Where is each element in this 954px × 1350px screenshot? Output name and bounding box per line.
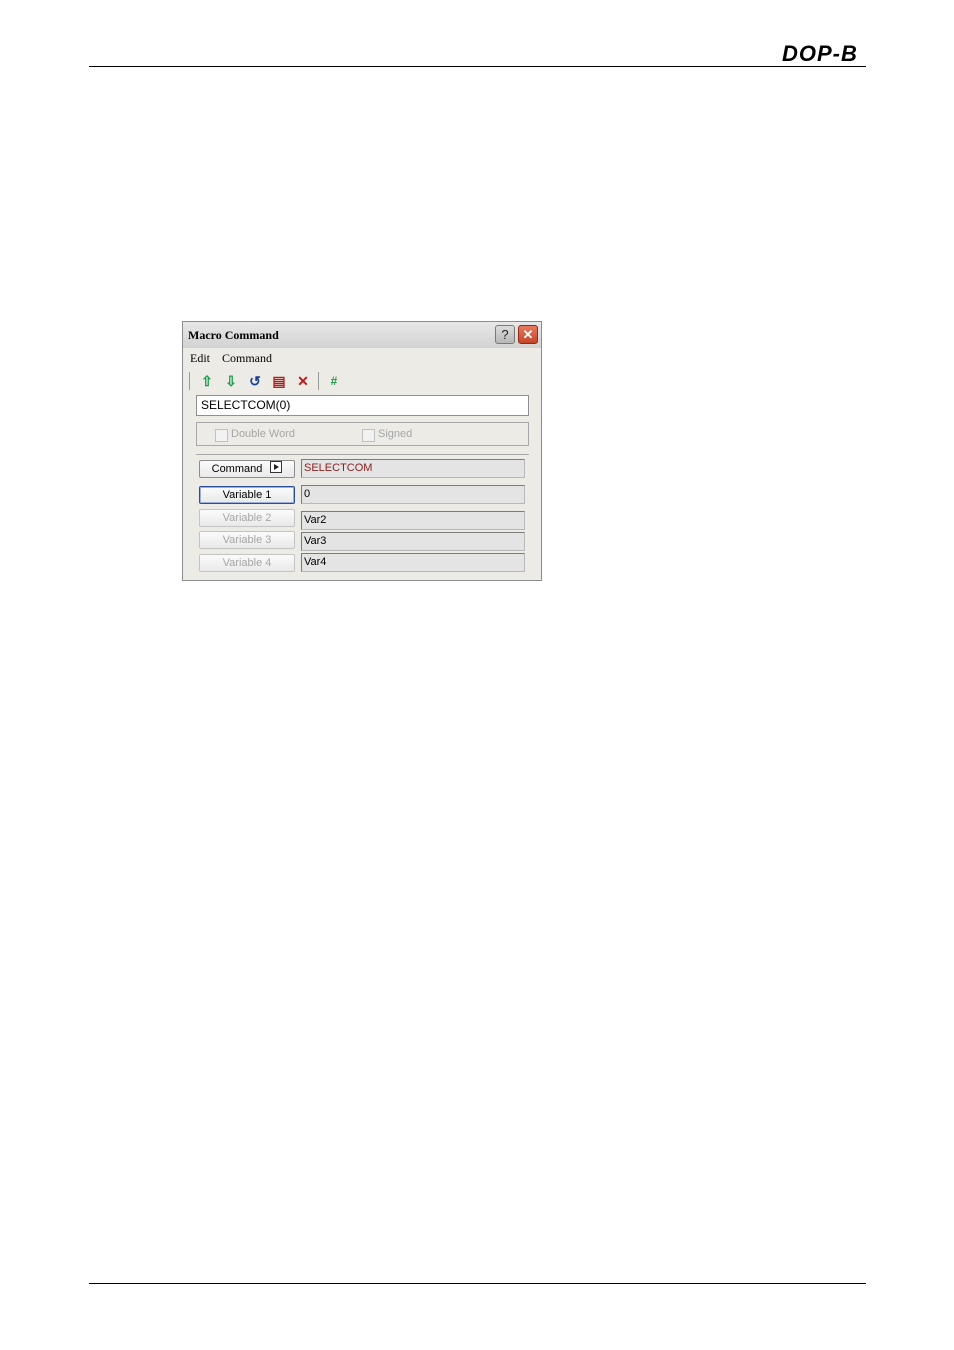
variable-4-field[interactable]: Var4 [301, 553, 525, 572]
command-value-field[interactable]: SELECTCOM [301, 459, 525, 478]
command-button-label: Command [211, 463, 263, 475]
menu-command[interactable]: Command [222, 351, 272, 366]
footer-rule [89, 1283, 866, 1284]
toolbar-separator [318, 372, 319, 390]
expression-field[interactable]: SELECTCOM(0) [196, 395, 529, 416]
toolbar-grip [189, 372, 190, 390]
command-button[interactable]: Command [199, 460, 295, 478]
dialog-title: Macro Command [188, 328, 279, 342]
options-group: Double Word Signed [196, 422, 529, 446]
variable-3-field[interactable]: Var3 [301, 532, 525, 551]
play-arrow-icon [270, 461, 283, 473]
help-icon: ? [501, 327, 509, 342]
toolbar: ⇧ ⇩ ↺ ▤ ✕ # [189, 370, 535, 392]
close-button[interactable]: ✕ [518, 325, 538, 344]
dop-b-logo: DOP-B [782, 41, 858, 66]
menu-bar: Edit Command [183, 349, 541, 367]
header-rule [89, 66, 866, 67]
hash-icon[interactable]: # [325, 372, 343, 390]
help-button[interactable]: ? [495, 325, 515, 344]
macro-command-dialog: Macro Command ? ✕ Edit Command ⇧ ⇩ ↺ ▤ ✕… [182, 321, 542, 581]
variable-4-button[interactable]: Variable 4 [199, 554, 295, 572]
down-arrow-icon[interactable]: ⇩ [222, 372, 240, 390]
close-icon: ✕ [522, 327, 534, 342]
up-arrow-icon[interactable]: ⇧ [198, 372, 216, 390]
title-bar[interactable]: Macro Command ? ✕ [183, 322, 541, 348]
variable-1-field[interactable]: 0 [301, 485, 525, 504]
double-word-label: Double Word [231, 428, 295, 440]
variable-2-button[interactable]: Variable 2 [199, 509, 295, 527]
variable-2-field[interactable]: Var2 [301, 511, 525, 530]
double-word-checkbox[interactable] [215, 429, 228, 442]
variable-1-button[interactable]: Variable 1 [199, 486, 295, 504]
signed-checkbox[interactable] [362, 429, 375, 442]
menu-edit[interactable]: Edit [190, 351, 210, 366]
signed-label: Signed [378, 428, 413, 440]
variable-3-button[interactable]: Variable 3 [199, 531, 295, 549]
divider [196, 454, 529, 455]
undo-icon[interactable]: ↺ [246, 372, 264, 390]
document-icon[interactable]: ▤ [270, 372, 288, 390]
delete-icon[interactable]: ✕ [294, 372, 312, 390]
